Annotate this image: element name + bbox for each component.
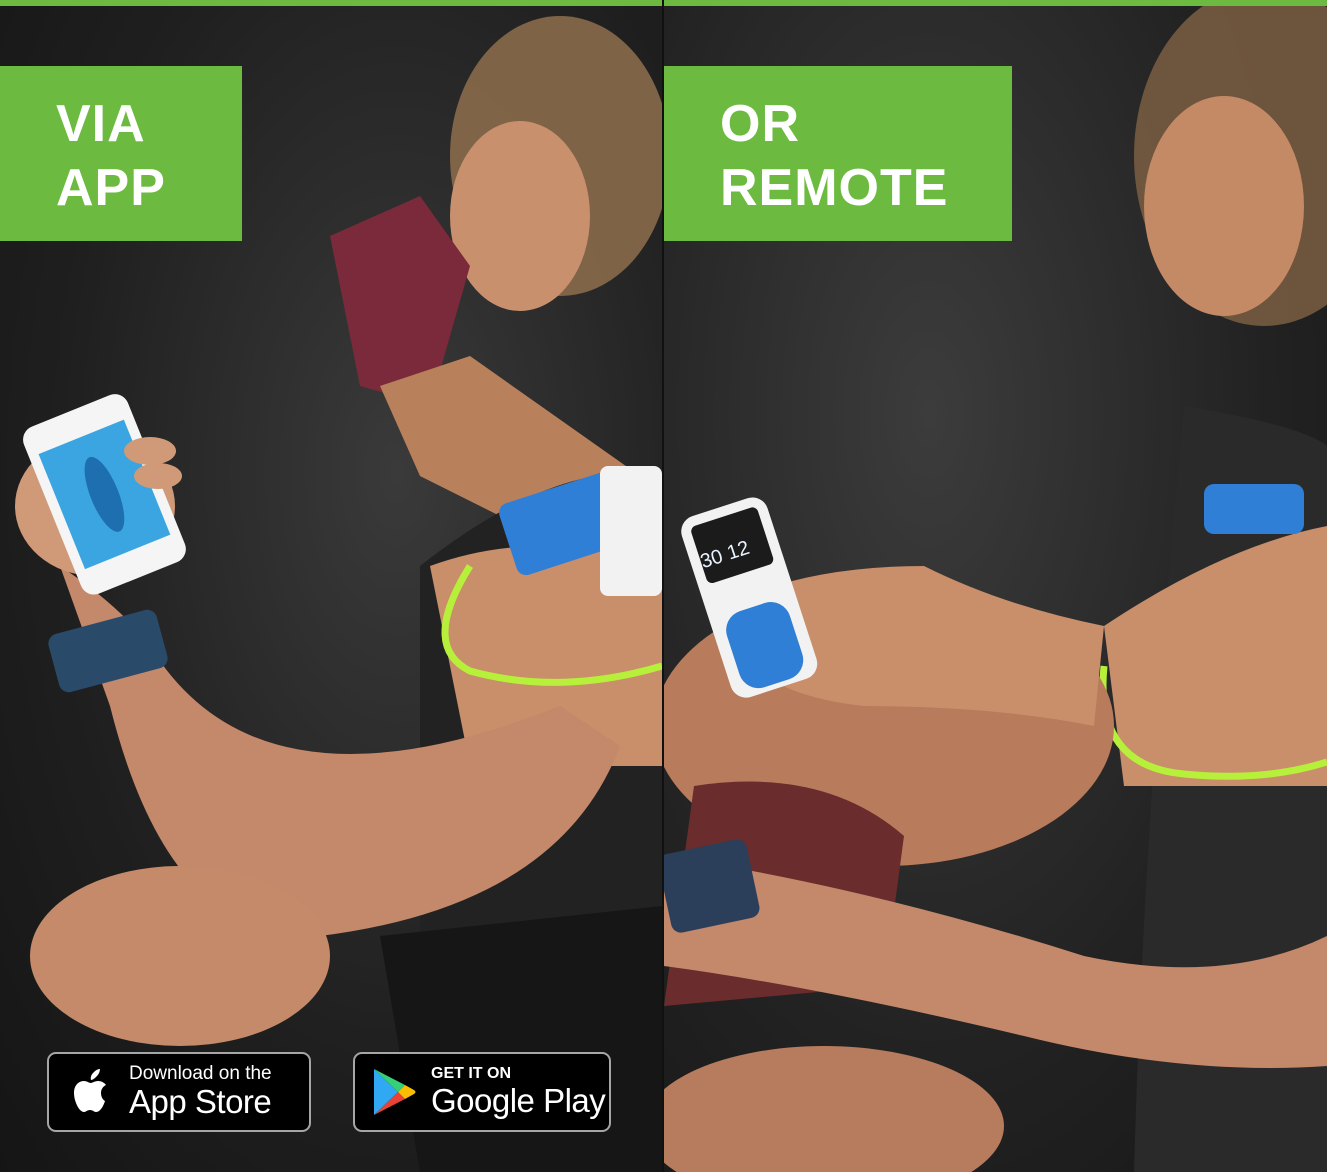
banner-line-1: OR [720, 95, 800, 153]
app-store-small-text: Download on the [129, 1063, 272, 1084]
app-store-big-text: App Store [129, 1083, 272, 1120]
photo-panel-remote: 30 12 OR REMOTE [664, 6, 1327, 1172]
app-store-badge[interactable]: Download on the App Store [47, 1052, 311, 1132]
photo-panel-app: VIA APP Download on the App Store GET IT… [0, 6, 662, 1172]
apple-icon [74, 1069, 106, 1112]
via-app-banner: VIA APP [0, 66, 242, 241]
google-play-big-text: Google Play [431, 1082, 606, 1119]
google-play-badge[interactable]: GET IT ON Google Play [353, 1052, 611, 1132]
or-remote-banner: OR REMOTE [664, 66, 1012, 241]
banner-line-2: APP [56, 159, 166, 217]
google-play-icon [374, 1069, 416, 1115]
google-play-small-text: GET IT ON [431, 1065, 511, 1082]
banner-line-2: REMOTE [720, 159, 949, 217]
banner-line-1: VIA [56, 95, 146, 153]
